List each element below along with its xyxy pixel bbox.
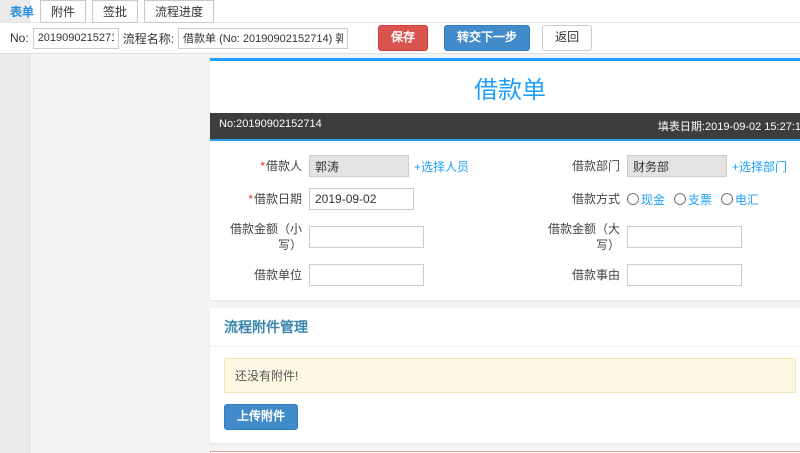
upload-attachment-button[interactable]: 上传附件 — [224, 404, 299, 430]
borrow-method-group: 现金 支票 电汇 — [627, 191, 800, 208]
form-body: *借款人 +选择人员 借款部门 +选择部门 *借款日期 — [210, 139, 800, 300]
borrow-method-label-text: 借款方式 — [571, 191, 620, 206]
borrow-unit-label-text: 借款单位 — [253, 268, 302, 283]
amount-small-input[interactable] — [309, 226, 424, 249]
loan-form-panel: 借款单 No:20190902152714 填表日期:2019-09-02 15… — [210, 58, 800, 301]
borrow-unit-label: 借款单位 — [212, 267, 302, 283]
cash-radio[interactable] — [627, 193, 639, 205]
attachments-panel: 流程附件管理 还没有附件! 上传附件 — [210, 308, 800, 443]
borrow-date-input[interactable] — [309, 188, 414, 210]
amount-small-label-text: 借款金额（小写） — [229, 222, 302, 253]
borrower-input[interactable] — [309, 155, 409, 177]
tab-bar: 表单 附件 签批 流程进度 — [0, 0, 800, 23]
select-department-link[interactable]: +选择部门 — [732, 158, 787, 175]
main-content: 借款单 No:20190902152714 填表日期:2019-09-02 15… — [210, 58, 800, 453]
department-label: 借款部门 — [532, 158, 620, 174]
borrow-unit-input[interactable] — [309, 264, 424, 287]
form-no-text: No:20190902152714 — [219, 118, 322, 130]
borrower-label: *借款人 — [212, 158, 302, 174]
cheque-radio[interactable] — [674, 193, 687, 205]
left-gutter — [0, 0, 30, 453]
department-input[interactable] — [627, 155, 727, 177]
tab-attachments[interactable]: 附件 — [40, 0, 87, 23]
form-date-text: 填表日期:2019-09-02 15:27:1 — [657, 121, 800, 133]
tab-process-progress[interactable]: 流程进度 — [144, 0, 215, 23]
amount-big-label-text: 借款金额（大写） — [547, 222, 620, 253]
tab-approval[interactable]: 签批 — [92, 0, 139, 23]
process-name-input[interactable] — [178, 27, 349, 49]
back-button[interactable]: 返回 — [542, 25, 593, 51]
borrow-reason-label: 借款事由 — [532, 267, 620, 283]
required-mark: * — [260, 158, 265, 173]
no-attachments-alert: 还没有附件! — [224, 358, 796, 394]
borrow-reason-label-text: 借款事由 — [571, 268, 620, 283]
department-label-text: 借款部门 — [571, 158, 620, 173]
attachments-title: 流程附件管理 — [210, 308, 800, 348]
tab-form[interactable]: 表单 — [10, 3, 34, 20]
borrow-method-label: 借款方式 — [532, 191, 620, 207]
no-label: No: — [10, 31, 29, 45]
form-title: 借款单 — [474, 77, 546, 104]
required-mark: * — [248, 191, 253, 206]
method-option-wire[interactable]: 电汇 — [721, 191, 759, 208]
wire-transfer-label: 电汇 — [735, 192, 760, 207]
form-meta-bar: No:20190902152714 填表日期:2019-09-02 15:27:… — [210, 113, 800, 139]
wire-transfer-radio[interactable] — [721, 193, 734, 205]
borrower-field: +选择人员 — [309, 155, 525, 177]
select-person-link[interactable]: +选择人员 — [414, 158, 469, 175]
toolbar: No: 流程名称: 保存 转交下一步 返回 — [0, 23, 800, 54]
cheque-label: 支票 — [688, 192, 713, 207]
method-option-cash[interactable]: 现金 — [627, 191, 665, 208]
borrow-date-field — [309, 188, 525, 210]
no-input[interactable] — [32, 27, 119, 49]
amount-big-field — [627, 226, 800, 249]
save-button[interactable]: 保存 — [378, 25, 429, 51]
amount-big-input[interactable] — [627, 226, 742, 249]
method-option-cheque[interactable]: 支票 — [674, 191, 712, 208]
department-field: +选择部门 — [627, 155, 800, 177]
amount-small-label: 借款金额（小写） — [212, 221, 302, 253]
process-name-label: 流程名称: — [122, 31, 175, 46]
borrow-unit-field — [309, 264, 525, 287]
cash-label: 现金 — [641, 192, 666, 207]
amount-big-label: 借款金额（大写） — [532, 221, 620, 253]
borrow-reason-field — [627, 264, 800, 287]
borrow-date-label-text: 借款日期 — [253, 191, 302, 206]
borrow-date-label: *借款日期 — [212, 191, 302, 207]
borrow-reason-input[interactable] — [627, 264, 742, 287]
amount-small-field — [309, 226, 525, 249]
forward-next-step-button[interactable]: 转交下一步 — [444, 25, 531, 51]
borrower-label-text: 借款人 — [265, 158, 302, 173]
